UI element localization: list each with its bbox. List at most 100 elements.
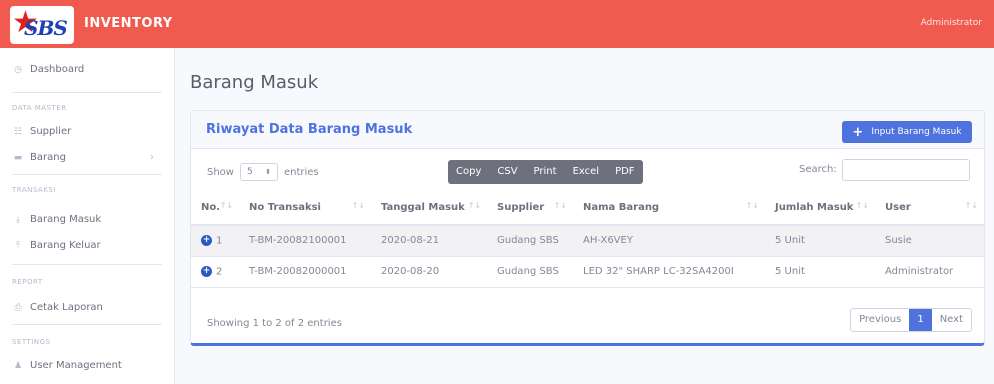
column-header-nama-barang[interactable]: Nama Barang ↑↓ — [573, 191, 765, 226]
search-label: Search: — [799, 164, 837, 175]
sidebar-item-barang[interactable]: ▬ Barang — [12, 152, 66, 163]
table-cell: 2020-08-20 — [371, 256, 487, 288]
sidebar-item-label: Barang Keluar — [30, 240, 101, 251]
sidebar-item-barang-keluar[interactable]: ⤒ Barang Keluar — [12, 240, 101, 251]
print-button[interactable]: Print — [526, 160, 565, 184]
user-cog-icon: ♟ — [13, 360, 23, 371]
pdf-button[interactable]: PDF — [607, 160, 642, 184]
column-header-jumlah-masuk[interactable]: Jumlah Masuk ↑↓ — [765, 191, 875, 226]
sort-icon: ↑↓ — [855, 201, 869, 210]
section-heading: REPORT — [12, 278, 43, 286]
search-input[interactable] — [842, 159, 970, 181]
divider — [12, 174, 162, 175]
print-icon: ⎙ — [14, 302, 22, 313]
sort-icon: ↑↓ — [745, 201, 759, 210]
column-header-supplier[interactable]: Supplier ↑↓ — [487, 191, 573, 226]
cell-text: 1 — [216, 235, 223, 247]
csv-button[interactable]: CSV — [489, 160, 525, 184]
copy-button[interactable]: Copy — [448, 160, 489, 184]
sidebar: ◷ Dashboard DATA MASTER ☷ Supplier ▬ Bar… — [0, 48, 175, 384]
page-1-button[interactable]: 1 — [909, 309, 932, 331]
table-cell: AH-X6VEY — [573, 225, 765, 257]
column-label: No Transaksi — [249, 202, 321, 213]
table-cell: Gudang SBS — [487, 256, 573, 288]
sort-icon: ↑↓ — [964, 201, 978, 210]
section-heading: DATA MASTER — [12, 104, 67, 112]
column-header-no[interactable]: No. ↑↓ — [191, 191, 239, 226]
table-cell: 5 Unit — [765, 256, 875, 288]
user-menu[interactable]: Administrator — [921, 18, 982, 28]
input-barang-masuk-button[interactable]: + Input Barang Masuk — [842, 121, 972, 143]
table-cell: T-BM-20082000001 — [239, 256, 371, 288]
column-label: Supplier — [497, 202, 545, 213]
upload-icon: ⤒ — [16, 240, 20, 251]
section-heading: SETTINGS — [12, 338, 51, 346]
sidebar-item-label: User Management — [30, 360, 122, 371]
sidebar-item-label: Barang Masuk — [30, 214, 102, 225]
show-label: Show — [207, 166, 234, 178]
sidebar-item-cetak-laporan[interactable]: ⎙ Cetak Laporan — [12, 302, 103, 313]
expand-row-icon[interactable]: + — [201, 265, 212, 277]
pagination: Previous 1 Next — [850, 308, 972, 332]
entries-select[interactable]: 5 ⬍ — [239, 163, 278, 181]
download-icon: ⤓ — [16, 214, 20, 225]
sidebar-item-user-management[interactable]: ♟ User Management — [12, 360, 122, 371]
column-header-no-transaksi[interactable]: No Transaksi ↑↓ — [239, 191, 371, 226]
sort-icon: ↑↓ — [467, 201, 481, 210]
excel-button[interactable]: Excel — [565, 160, 608, 184]
column-label: Jumlah Masuk — [775, 202, 854, 213]
export-button-group: Copy CSV Print Excel PDF — [448, 160, 643, 184]
divider — [12, 324, 162, 325]
table-header-row: No. ↑↓ No Transaksi ↑↓ Tanggal Masuk ↑↓ Sup… — [191, 191, 984, 226]
table-cell: +1 — [191, 225, 239, 257]
table-cell: +2 — [191, 256, 239, 288]
sort-icon: ↑↓ — [351, 201, 365, 210]
entries-value: 5 — [246, 167, 253, 177]
sidebar-item-label: Barang — [30, 152, 66, 163]
table-cell: 2020-08-21 — [371, 225, 487, 257]
sort-icon: ↑↓ — [553, 201, 567, 210]
sidebar-item-supplier[interactable]: ☷ Supplier — [12, 126, 71, 137]
data-card: Riwayat Data Barang Masuk + Input Barang… — [190, 110, 985, 346]
sidebar-item-barang-masuk[interactable]: ⤓ Barang Masuk — [12, 214, 101, 225]
sidebar-item-label: Supplier — [30, 126, 72, 137]
card-header: Riwayat Data Barang Masuk + Input Barang… — [191, 111, 984, 149]
table-cell: Susie — [875, 225, 984, 257]
divider — [12, 264, 162, 265]
column-label: Nama Barang — [583, 202, 660, 213]
table-info: Showing 1 to 2 of 2 entries — [207, 318, 342, 329]
barang-masuk-table: No. ↑↓ No Transaksi ↑↓ Tanggal Masuk ↑↓ Sup… — [191, 191, 984, 288]
entries-length: Show 5 ⬍ entries — [207, 163, 319, 181]
sidebar-item-dashboard[interactable]: ◷ Dashboard — [12, 64, 84, 75]
sbs-logo[interactable]: ★ SBS — [10, 6, 74, 44]
chevron-right-icon[interactable]: › — [150, 152, 154, 163]
table-cell: Administrator — [875, 256, 984, 288]
previous-button[interactable]: Previous — [851, 309, 909, 331]
users-icon: ☷ — [13, 126, 23, 137]
table-cell: T-BM-20082100001 — [239, 225, 371, 257]
column-label: No. — [201, 202, 221, 213]
divider — [12, 92, 162, 93]
entries-label: entries — [283, 166, 319, 178]
select-arrows-icon: ⬍ — [265, 168, 271, 176]
table-cell: 5 Unit — [765, 225, 875, 257]
page-title: Barang Masuk — [190, 72, 319, 93]
table-cell: LED 32" SHARP LC-32SA4200I — [573, 256, 765, 288]
sidebar-item-label: Cetak Laporan — [30, 302, 103, 313]
table-row[interactable]: +2 T-BM-20082000001 2020-08-20 Gudang SB… — [191, 256, 984, 288]
column-header-tanggal-masuk[interactable]: Tanggal Masuk ↑↓ — [371, 191, 487, 226]
sort-icon: ↑↓ — [219, 201, 233, 210]
table-cell: Gudang SBS — [487, 225, 573, 257]
expand-row-icon[interactable]: + — [201, 235, 212, 246]
next-button[interactable]: Next — [932, 309, 971, 331]
table-row[interactable]: +1 T-BM-20082100001 2020-08-21 Gudang SB… — [191, 225, 984, 257]
column-header-user[interactable]: User ↑↓ — [875, 191, 984, 226]
column-label: User — [885, 202, 911, 213]
brand-title[interactable]: INVENTORY — [84, 16, 173, 31]
folder-icon: ▬ — [13, 152, 23, 163]
section-heading: TRANSAKSI — [12, 186, 56, 194]
plus-icon: + — [852, 124, 864, 140]
column-label: Tanggal Masuk — [381, 202, 465, 213]
button-label: Input Barang Masuk — [871, 127, 962, 137]
logo-text: SBS — [24, 16, 68, 40]
